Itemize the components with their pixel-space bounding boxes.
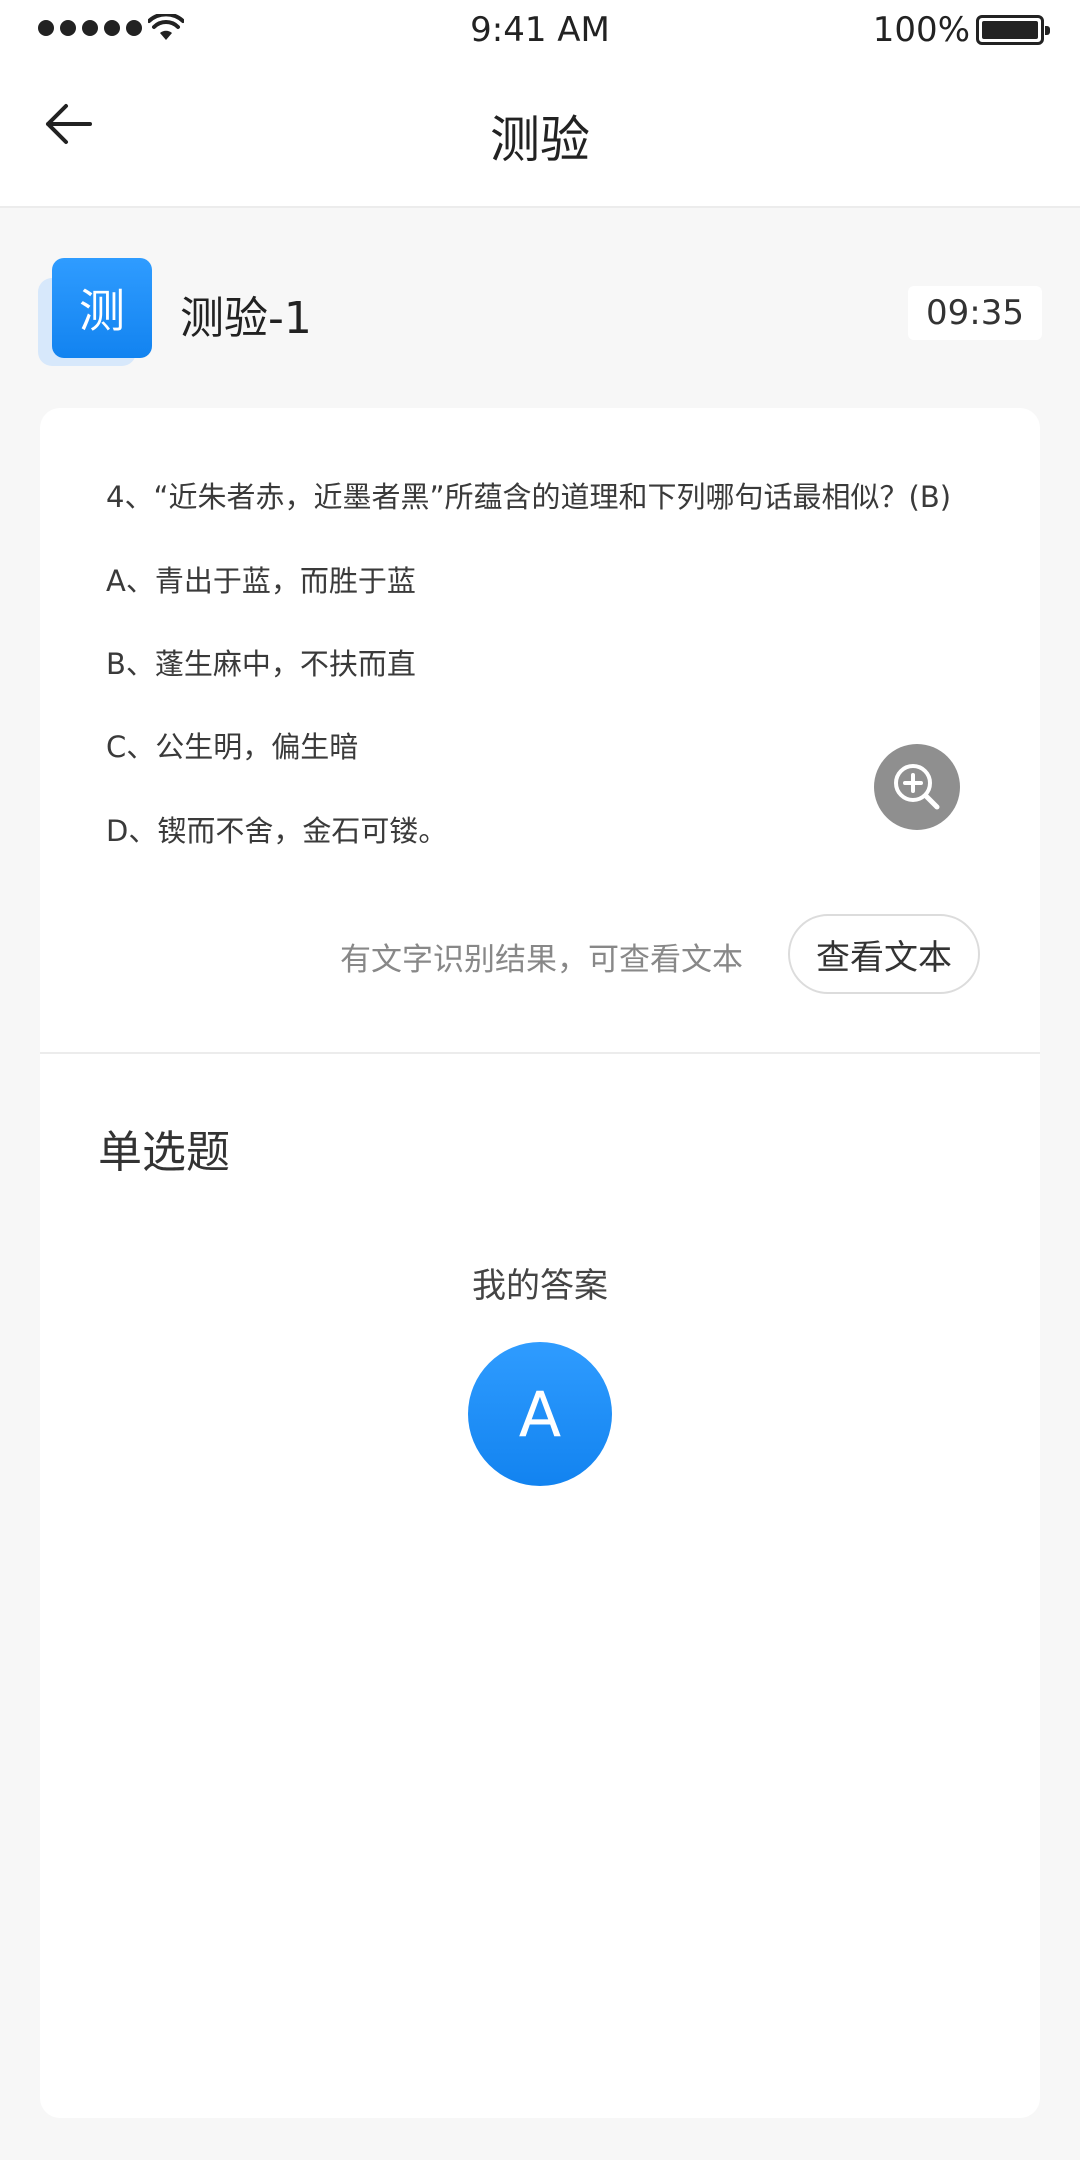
test-icon: 测 <box>38 256 152 366</box>
question-card: 4、“近朱者赤，近墨者黑”所蕴含的道理和下列哪句话最相似？(B) A、青出于蓝，… <box>40 408 1040 2118</box>
option-d: D、锲而不舍，金石可镂。 <box>106 814 448 848</box>
nav-bar: 测验 <box>0 62 1080 208</box>
zoom-button[interactable] <box>874 744 960 830</box>
option-c: C、公生明，偏生暗 <box>106 730 359 764</box>
status-bar: 9:41 AM 100% <box>0 0 1080 62</box>
question-type: 单选题 <box>98 1127 230 1178</box>
test-header: 测 测验-1 09:35 <box>38 256 1042 376</box>
question-image[interactable]: 4、“近朱者赤，近墨者黑”所蕴含的道理和下列哪句话最相似？(B) A、青出于蓝，… <box>40 408 1040 1052</box>
question-stem: 4、“近朱者赤，近墨者黑”所蕴含的道理和下列哪句话最相似？(B) <box>106 480 952 514</box>
countdown-timer: 09:35 <box>908 286 1042 340</box>
view-text-button[interactable]: 查看文本 <box>788 914 980 994</box>
ocr-hint: 有文字识别结果，可查看文本 <box>340 942 743 978</box>
battery-icon <box>976 15 1050 45</box>
my-answer-label: 我的答案 <box>472 1266 608 1306</box>
test-icon-char: 测 <box>52 258 152 358</box>
zoom-in-icon <box>894 764 940 810</box>
my-answer-badge: A <box>468 1342 612 1486</box>
divider <box>40 1052 1040 1054</box>
test-name: 测验-1 <box>180 293 312 344</box>
option-a: A、青出于蓝，而胜于蓝 <box>106 564 416 598</box>
option-b: B、蓬生麻中，不扶而直 <box>106 647 416 681</box>
page-title: 测验 <box>490 111 590 169</box>
battery-percent: 100% <box>872 10 970 50</box>
